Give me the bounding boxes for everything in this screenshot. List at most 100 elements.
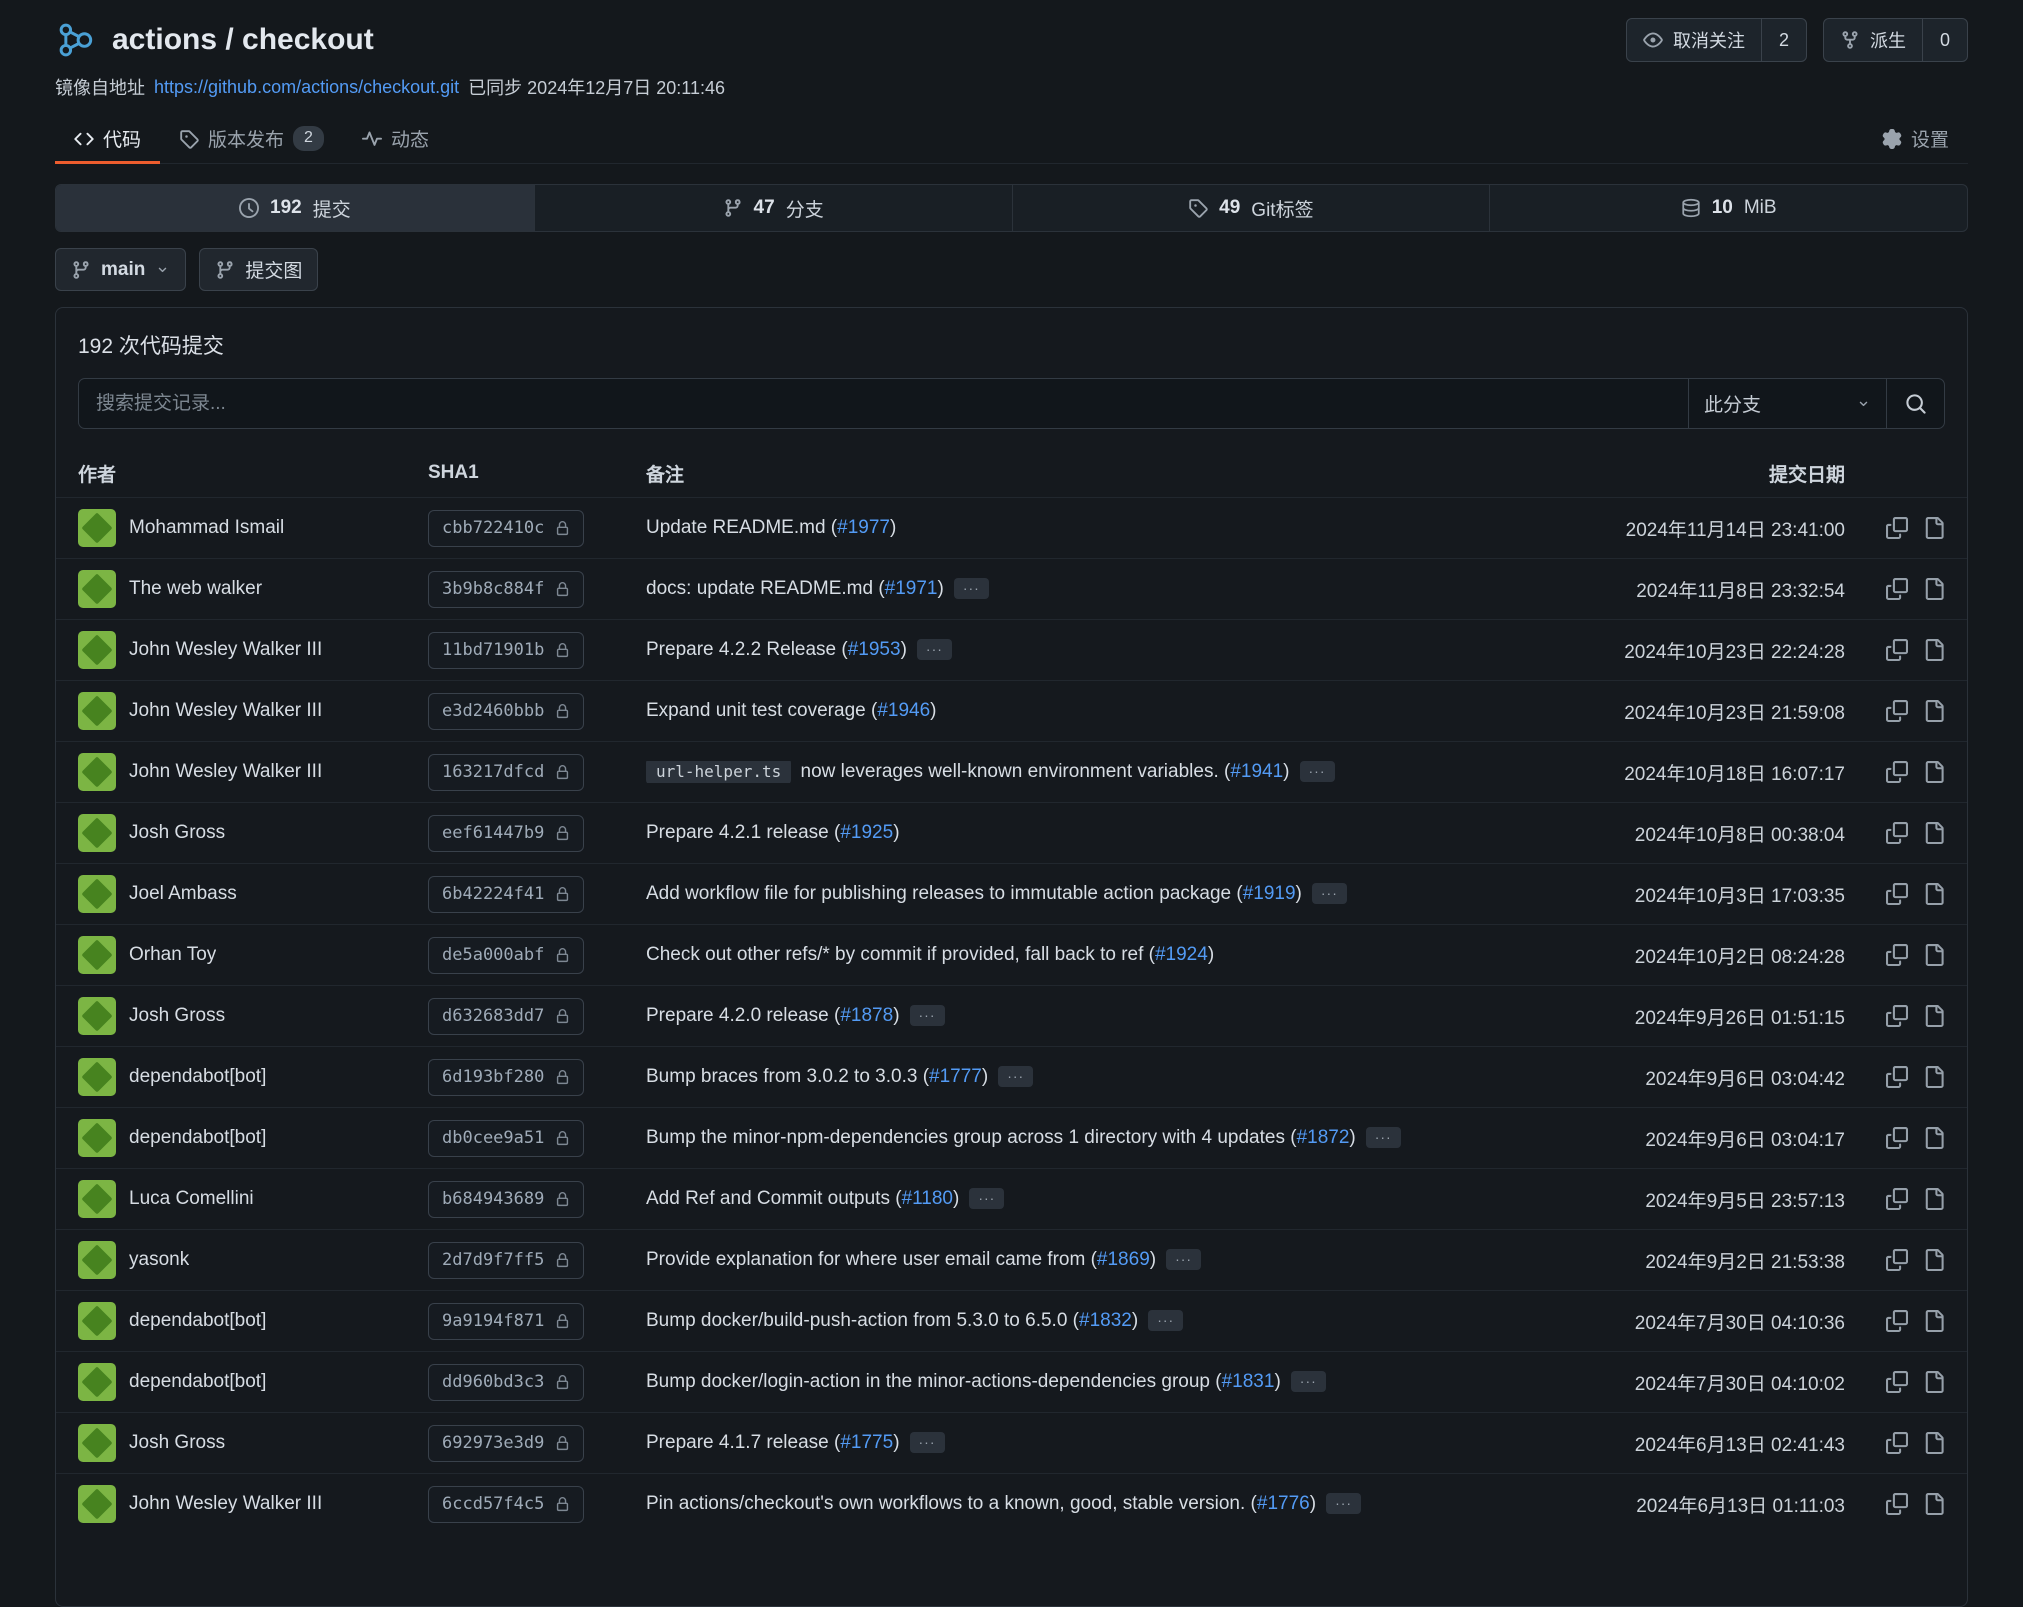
view-source-button[interactable] (1923, 639, 1945, 661)
issue-link[interactable]: #1977 (837, 517, 890, 538)
author-link[interactable]: Josh Gross (129, 1005, 225, 1027)
copy-sha-button[interactable] (1886, 1310, 1908, 1332)
author-link[interactable]: Mohammad Ismail (129, 517, 284, 539)
author-link[interactable]: yasonk (129, 1249, 189, 1271)
avatar[interactable] (78, 1485, 116, 1523)
expand-commit-button[interactable]: ··· (954, 578, 989, 599)
issue-link[interactable]: #1878 (840, 1005, 893, 1026)
commit-graph-button[interactable]: 提交图 (199, 248, 318, 291)
view-source-button[interactable] (1923, 1005, 1945, 1027)
stat-tags[interactable]: 49 Git标签 (1012, 185, 1490, 231)
copy-sha-button[interactable] (1886, 1371, 1908, 1393)
copy-sha-button[interactable] (1886, 1127, 1908, 1149)
issue-link[interactable]: #1869 (1097, 1249, 1150, 1270)
author-link[interactable]: John Wesley Walker III (129, 700, 322, 722)
expand-commit-button[interactable]: ··· (910, 1432, 945, 1453)
issue-link[interactable]: #1946 (877, 700, 930, 721)
author-link[interactable]: John Wesley Walker III (129, 1493, 322, 1515)
author-link[interactable]: John Wesley Walker III (129, 761, 322, 783)
issue-link[interactable]: #1924 (1155, 944, 1208, 965)
expand-commit-button[interactable]: ··· (1366, 1127, 1401, 1148)
copy-sha-button[interactable] (1886, 1066, 1908, 1088)
author-link[interactable]: dependabot[bot] (129, 1127, 266, 1149)
copy-sha-button[interactable] (1886, 700, 1908, 722)
expand-commit-button[interactable]: ··· (969, 1188, 1004, 1209)
author-link[interactable]: Orhan Toy (129, 944, 216, 966)
stat-branches[interactable]: 47 分支 (534, 185, 1012, 231)
view-source-button[interactable] (1923, 1188, 1945, 1210)
mirror-url-link[interactable]: https://github.com/actions/checkout.git (154, 77, 459, 98)
tab-settings[interactable]: 设置 (1863, 114, 1968, 163)
author-link[interactable]: Luca Comellini (129, 1188, 254, 1210)
commit-sha-link[interactable]: 6ccd57f4c5 (428, 1486, 584, 1523)
issue-link[interactable]: #1941 (1230, 761, 1283, 782)
tab-code[interactable]: 代码 (55, 114, 160, 163)
issue-link[interactable]: #1775 (840, 1432, 893, 1453)
fork-button[interactable]: 派生 (1824, 19, 1922, 61)
commit-sha-link[interactable]: dd960bd3c3 (428, 1364, 584, 1401)
avatar[interactable] (78, 753, 116, 791)
avatar[interactable] (78, 814, 116, 852)
unwatch-button[interactable]: 取消关注 (1627, 19, 1761, 61)
author-link[interactable]: Joel Ambass (129, 883, 237, 905)
issue-link[interactable]: #1925 (840, 822, 893, 843)
watchers-count[interactable]: 2 (1761, 19, 1806, 61)
avatar[interactable] (78, 692, 116, 730)
avatar[interactable] (78, 570, 116, 608)
copy-sha-button[interactable] (1886, 1249, 1908, 1271)
author-link[interactable]: dependabot[bot] (129, 1371, 266, 1393)
author-link[interactable]: dependabot[bot] (129, 1310, 266, 1332)
copy-sha-button[interactable] (1886, 578, 1908, 600)
search-button[interactable] (1886, 379, 1944, 428)
commit-sha-link[interactable]: 11bd71901b (428, 632, 584, 669)
branch-select-button[interactable]: main (55, 248, 186, 291)
avatar[interactable] (78, 1119, 116, 1157)
view-source-button[interactable] (1923, 883, 1945, 905)
issue-link[interactable]: #1832 (1079, 1310, 1132, 1331)
copy-sha-button[interactable] (1886, 1188, 1908, 1210)
avatar[interactable] (78, 1180, 116, 1218)
view-source-button[interactable] (1923, 1493, 1945, 1515)
avatar[interactable] (78, 1363, 116, 1401)
issue-link[interactable]: #1872 (1297, 1127, 1350, 1148)
commit-sha-link[interactable]: 9a9194f871 (428, 1303, 584, 1340)
expand-commit-button[interactable]: ··· (1166, 1249, 1201, 1270)
commit-sha-link[interactable]: de5a000abf (428, 937, 584, 974)
view-source-button[interactable] (1923, 822, 1945, 844)
repo-title[interactable]: actions / checkout (112, 23, 374, 57)
avatar[interactable] (78, 1058, 116, 1096)
author-link[interactable]: Josh Gross (129, 1432, 225, 1454)
view-source-button[interactable] (1923, 700, 1945, 722)
commit-sha-link[interactable]: 692973e3d9 (428, 1425, 584, 1462)
copy-sha-button[interactable] (1886, 517, 1908, 539)
view-source-button[interactable] (1923, 1127, 1945, 1149)
copy-sha-button[interactable] (1886, 944, 1908, 966)
copy-sha-button[interactable] (1886, 1493, 1908, 1515)
avatar[interactable] (78, 1241, 116, 1279)
avatar[interactable] (78, 875, 116, 913)
avatar[interactable] (78, 509, 116, 547)
view-source-button[interactable] (1923, 1066, 1945, 1088)
commit-sha-link[interactable]: 163217dfcd (428, 754, 584, 791)
tab-activity[interactable]: 动态 (343, 114, 448, 163)
avatar[interactable] (78, 936, 116, 974)
expand-commit-button[interactable]: ··· (917, 639, 952, 660)
copy-sha-button[interactable] (1886, 639, 1908, 661)
copy-sha-button[interactable] (1886, 1432, 1908, 1454)
expand-commit-button[interactable]: ··· (1326, 1493, 1361, 1514)
forks-count[interactable]: 0 (1922, 19, 1967, 61)
avatar[interactable] (78, 1424, 116, 1462)
expand-commit-button[interactable]: ··· (1312, 883, 1347, 904)
branch-scope-select[interactable]: 此分支 (1688, 379, 1886, 428)
stat-commits[interactable]: 192 提交 (56, 185, 534, 231)
issue-link[interactable]: #1919 (1243, 883, 1296, 904)
issue-link[interactable]: #1776 (1257, 1493, 1310, 1514)
view-source-button[interactable] (1923, 578, 1945, 600)
tab-releases[interactable]: 版本发布 2 (160, 114, 343, 163)
commit-sha-link[interactable]: eef61447b9 (428, 815, 584, 852)
author-link[interactable]: The web walker (129, 578, 262, 600)
expand-commit-button[interactable]: ··· (998, 1066, 1033, 1087)
author-link[interactable]: John Wesley Walker III (129, 639, 322, 661)
avatar[interactable] (78, 1302, 116, 1340)
author-link[interactable]: Josh Gross (129, 822, 225, 844)
